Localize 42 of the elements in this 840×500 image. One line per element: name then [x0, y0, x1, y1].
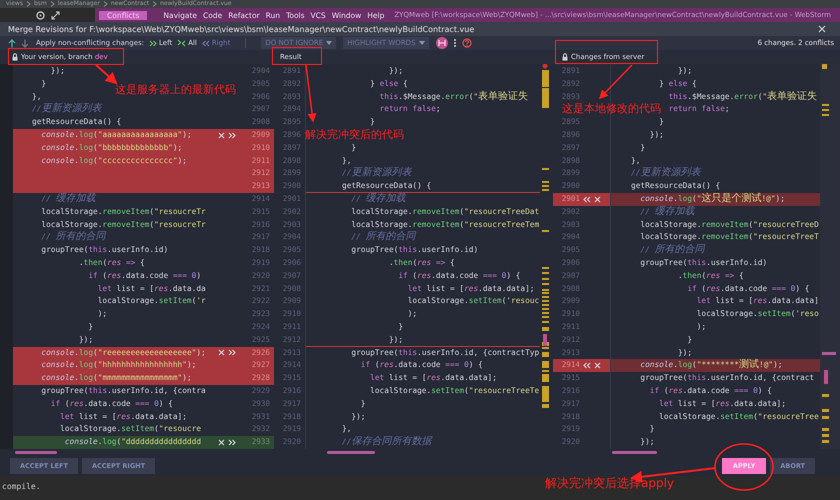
cross-icon[interactable]: [218, 439, 225, 446]
double-chevron-left-icon[interactable]: [583, 362, 591, 370]
chevron-right-icon: [50, 1, 55, 7]
dialog-title: Merge Revisions for F:\workspace\Web\ZYQMweb\src\views\bsm\leaseManager\newContract\newlyBuildContract.vue: [8, 24, 474, 34]
double-chevron-right-icon: [149, 40, 158, 46]
chevron-right-icon: [152, 1, 158, 7]
double-chevron-left-icon: [202, 40, 210, 46]
gear-icon[interactable]: [36, 10, 45, 20]
more-icon[interactable]: [452, 38, 457, 48]
annotation-text: 这是服务器上的最新代码: [115, 84, 236, 97]
scrollbar-thumb[interactable]: [612, 450, 657, 454]
lock-icon: [562, 53, 568, 61]
caret-icon: [326, 41, 332, 45]
lock-icon: [12, 53, 18, 61]
console-output: compile.: [2, 482, 41, 492]
double-chevron-right-icon[interactable]: [228, 439, 236, 446]
double-chevron-left-icon[interactable]: [583, 196, 591, 203]
chevron-right-icon: [102, 1, 108, 7]
cross-icon[interactable]: [218, 132, 225, 139]
cross-icon[interactable]: [594, 196, 601, 203]
cross-icon[interactable]: [594, 362, 601, 370]
annotation-circle: [714, 443, 774, 491]
annotation-arrow: [598, 64, 633, 100]
arrow-down-icon[interactable]: [21, 38, 29, 48]
double-chevron-right-icon[interactable]: [228, 349, 236, 356]
annotation-text: 解决完冲突后的代码: [305, 129, 404, 142]
arrow-up-icon[interactable]: [8, 38, 16, 48]
scrollbar-thumb[interactable]: [327, 450, 375, 454]
scrollbar-thumb[interactable]: [15, 450, 57, 454]
collapse-icon[interactable]: [51, 10, 60, 20]
annotation-text: 这是本地修改的代码: [562, 103, 661, 116]
double-chevron-right-icon[interactable]: [228, 132, 236, 139]
cross-icon[interactable]: [218, 349, 225, 356]
merge-icon[interactable]: [436, 37, 448, 49]
chevron-right-icon: [26, 1, 31, 7]
close-icon[interactable]: [818, 25, 826, 33]
annotation-arrow: [305, 64, 317, 122]
help-icon[interactable]: [462, 38, 472, 48]
caret-icon: [418, 41, 425, 45]
double-chevron-icon: [177, 39, 186, 47]
annotation-arrow: [95, 64, 118, 84]
annotation-box: [272, 47, 322, 65]
